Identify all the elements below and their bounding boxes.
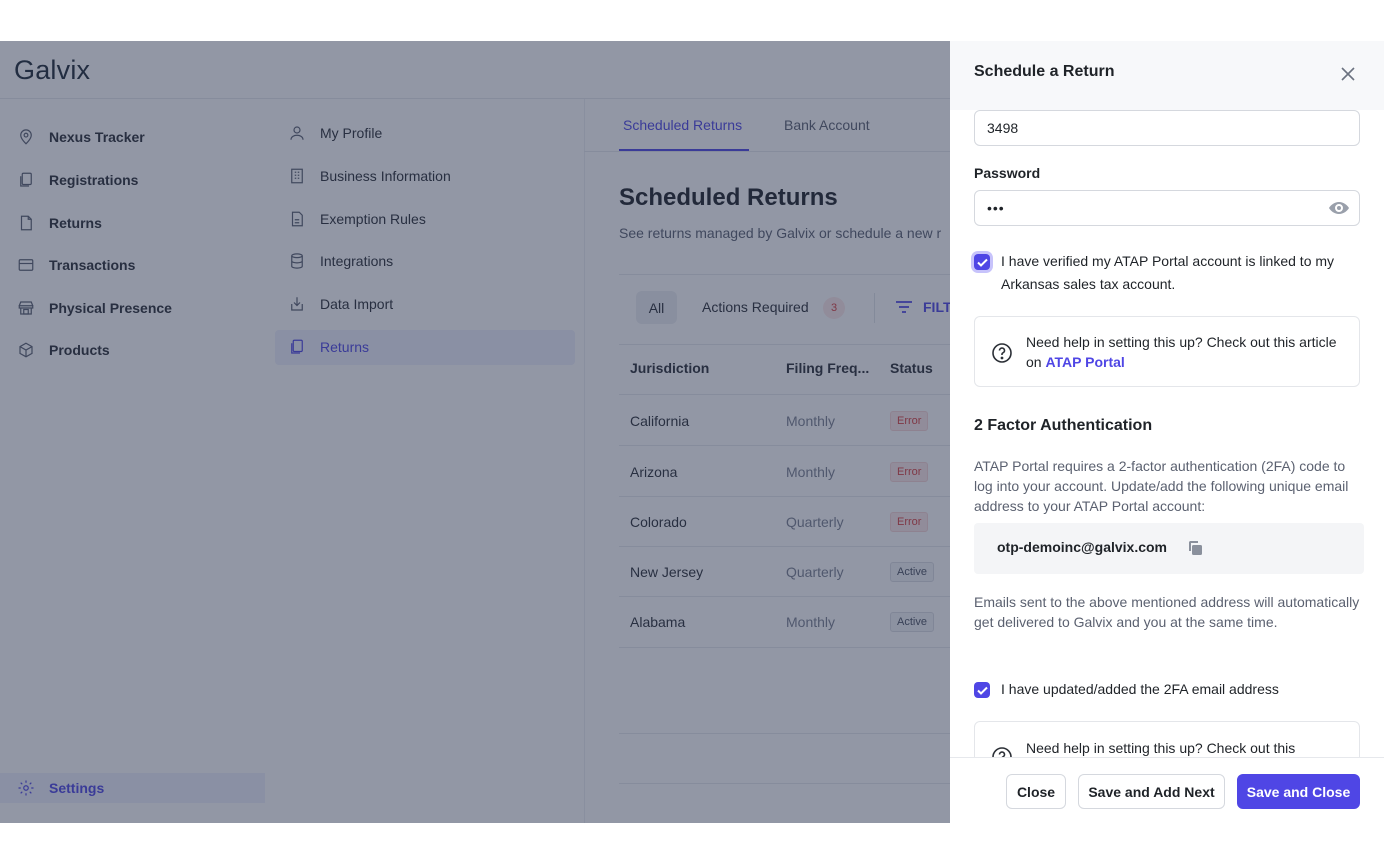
save-and-close-button[interactable]: Save and Close [1237,774,1360,809]
modal-backdrop[interactable] [0,41,950,823]
twofa-description: ATAP Portal requires a 2-factor authenti… [974,458,1349,514]
emails-note: Emails sent to the above mentioned addre… [974,594,1360,630]
otp-email: otp-demoinc@galvix.com [997,539,1168,555]
username-input[interactable]: 3498 [974,110,1360,146]
password-input[interactable]: ••• [974,190,1360,226]
help-text: Need help in setting this up? Check out … [1026,332,1346,372]
drawer-footer: Close Save and Add Next Save and Close [950,757,1384,823]
help-circle-icon [992,343,1012,363]
help-text: Need help in setting this up? Check out … [1026,740,1296,756]
schedule-return-drawer: Schedule a Return 3498 Password ••• I ha… [950,41,1384,823]
updated-2fa-label: I have updated/added the 2FA email addre… [1001,681,1279,697]
close-button[interactable]: Close [1006,774,1066,809]
copy-icon[interactable] [1186,539,1204,557]
app-frame: Galvix Nexus Tracker Registrations Retur… [0,41,1384,823]
updated-2fa-checkbox[interactable] [974,682,990,698]
otp-email-box: otp-demoinc@galvix.com [974,523,1364,574]
close-icon[interactable] [1338,64,1358,84]
drawer-header: Schedule a Return [950,41,1384,110]
verify-account-label: I have verified my ATAP Portal account i… [1001,253,1335,292]
save-and-add-next-button[interactable]: Save and Add Next [1078,774,1225,809]
twofa-section-title: 2 Factor Authentication [974,417,1153,434]
check-icon [976,258,988,267]
atap-portal-link[interactable]: ATAP Portal [1045,354,1124,370]
verify-account-checkbox[interactable] [974,254,990,270]
drawer-title: Schedule a Return [974,63,1115,80]
check-icon [976,686,988,695]
eye-icon[interactable] [1328,199,1350,217]
help-box-atap: Need help in setting this up? Check out … [974,316,1360,387]
password-label: Password [974,165,1041,181]
